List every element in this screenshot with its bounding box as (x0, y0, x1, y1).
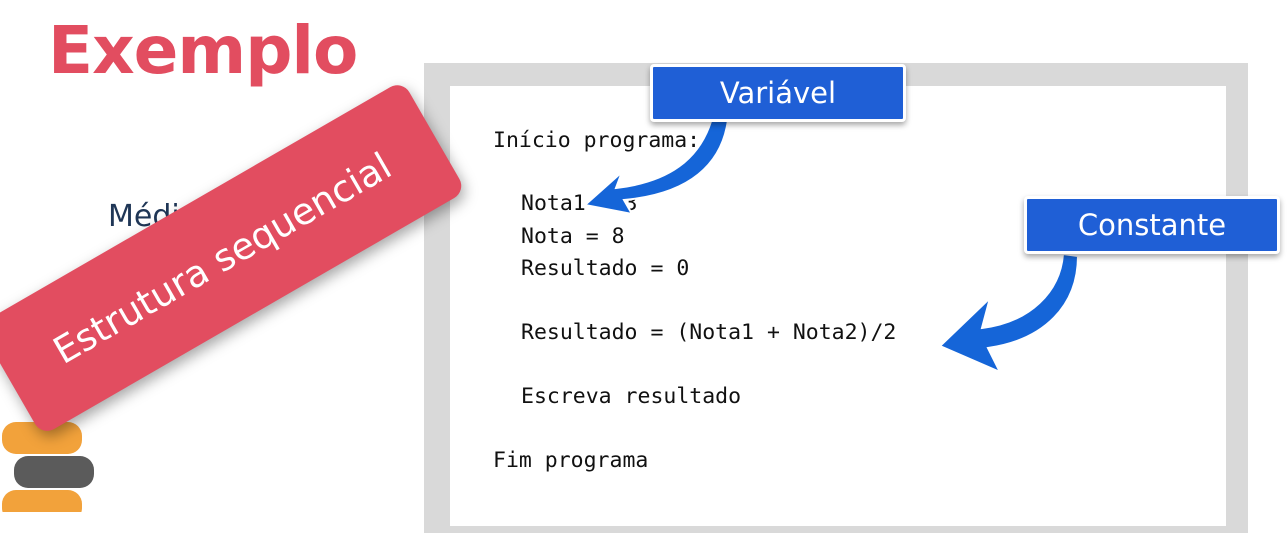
constant-callout: Constante (1024, 196, 1280, 254)
banner-label: Estrutura sequencial (45, 143, 399, 373)
variable-callout: Variável (650, 64, 906, 122)
code-line-end: Fim programa (493, 448, 649, 473)
sequential-structure-banner: Estrutura sequencial (0, 80, 467, 437)
constant-callout-label: Constante (1077, 208, 1227, 242)
code-line-resultado-calc: Resultado = (Nota1 + Nota2)/2 (521, 320, 897, 345)
code-line-nota1: Nota1 = 3 (521, 191, 638, 216)
code-line-resultado-init: Resultado = 0 (521, 256, 690, 281)
code-line-escreva: Escreva resultado (521, 384, 742, 409)
slide-title: Exemplo (48, 12, 358, 89)
code-line-nota: Nota = 8 (521, 224, 625, 249)
variable-callout-label: Variável (719, 76, 837, 110)
code-line-start: Início programa: (493, 128, 701, 153)
